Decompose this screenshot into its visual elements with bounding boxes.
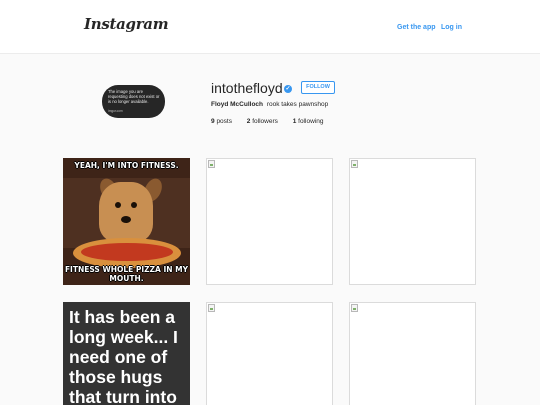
profile-full-name: Floyd McCulloch xyxy=(211,101,263,108)
post-tile-text[interactable]: It has been a long week... I need one of… xyxy=(63,302,190,405)
posts-stat: 9 posts xyxy=(211,118,232,125)
meme-top-caption: YEAH, I'M INTO FITNESS. xyxy=(74,161,179,170)
meme-bottom-caption: FITNESS WHOLE PIZZA IN MY MOUTH. xyxy=(64,265,189,283)
instagram-logo[interactable]: Instagram xyxy=(84,15,169,33)
profile-avatar[interactable]: The image you are requesting does not ex… xyxy=(102,85,165,118)
text-post-content: It has been a long week... I need one of… xyxy=(69,307,178,405)
profile-stats: 9 posts 2 followers 1 following xyxy=(211,118,336,125)
profile-bio: Floyd McCulloch rook takes pawnshop xyxy=(211,101,328,108)
broken-image-icon xyxy=(208,304,215,312)
broken-image-icon xyxy=(351,160,358,168)
post-tile-broken-image[interactable] xyxy=(206,158,333,285)
get-the-app-link[interactable]: Get the app xyxy=(397,24,436,31)
post-tile-broken-image[interactable] xyxy=(206,302,333,405)
post-tile-meme-dog[interactable]: YEAH, I'M INTO FITNESS. FITNESS WHOLE PI… xyxy=(63,158,190,285)
dog-eye-right xyxy=(131,202,137,208)
post-tile-broken-image[interactable] xyxy=(349,302,476,405)
dog-eye-left xyxy=(115,202,121,208)
avatar-error-text: The image you are requesting does not ex… xyxy=(108,89,160,104)
dog-head xyxy=(99,182,153,242)
followers-stat[interactable]: 2 followers xyxy=(247,118,278,125)
pizza-shape xyxy=(73,238,181,268)
top-bar: Instagram Get the app Log in xyxy=(0,0,540,54)
post-tile-broken-image[interactable] xyxy=(349,158,476,285)
broken-image-icon xyxy=(351,304,358,312)
dog-nose xyxy=(121,216,131,223)
profile-username: intothefloyd xyxy=(211,80,283,96)
broken-image-icon xyxy=(208,160,215,168)
profile-bio-text: rook takes pawnshop xyxy=(266,101,329,108)
login-link[interactable]: Log in xyxy=(441,24,462,31)
follow-button[interactable]: FOLLOW xyxy=(301,81,335,94)
avatar-source-text: imgur.com xyxy=(108,109,123,113)
following-stat[interactable]: 1 following xyxy=(293,118,324,125)
verified-badge-icon: ✓ xyxy=(284,85,292,93)
